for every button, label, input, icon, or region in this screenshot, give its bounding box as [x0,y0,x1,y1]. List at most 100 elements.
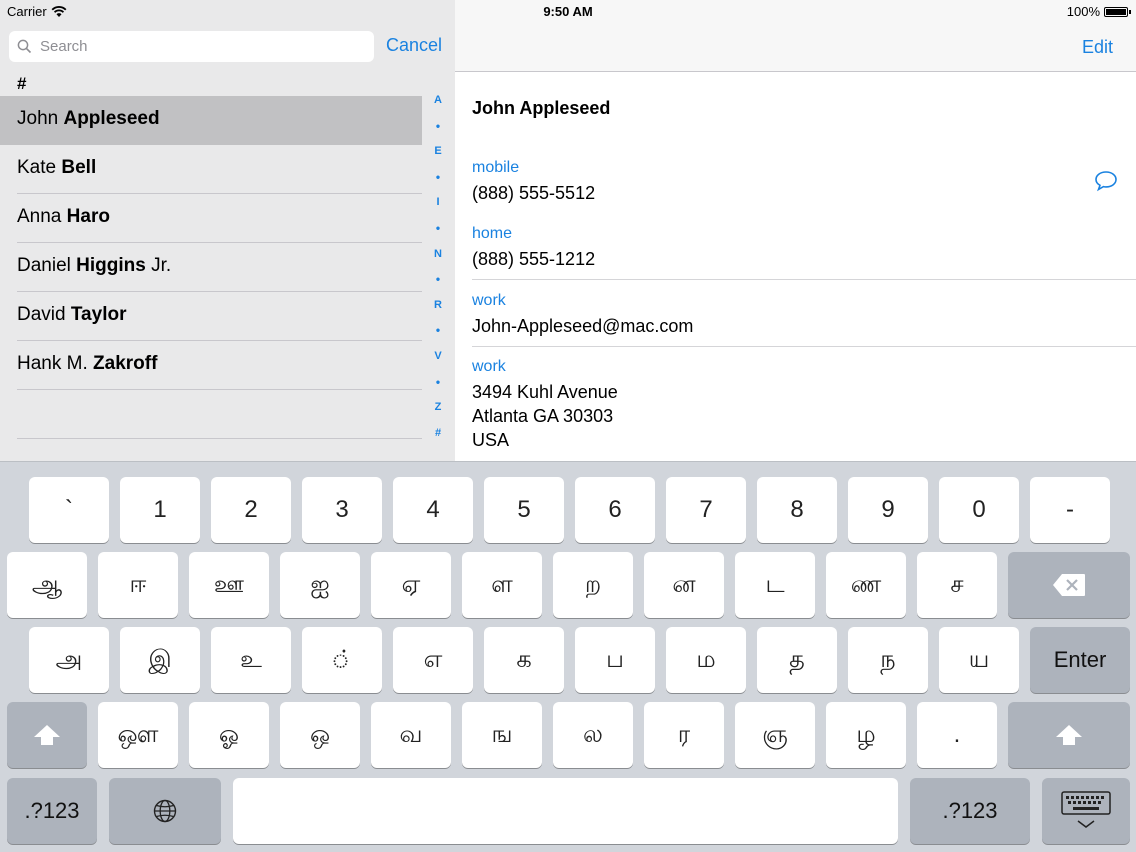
index-dot[interactable]: • [430,271,446,297]
numbers-key-left[interactable]: .?123 [7,778,97,844]
key[interactable]: ஊ [189,552,269,618]
key[interactable]: ஆ [7,552,87,618]
index-letter[interactable]: # [430,425,446,451]
index-letter[interactable]: E [430,143,446,169]
cancel-button[interactable]: Cancel [386,35,442,56]
index-letter[interactable]: I [430,194,446,220]
key[interactable]: ண [826,552,906,618]
contact-last-name: Higgins [76,255,146,276]
key[interactable]: 5 [484,477,564,543]
field-value[interactable]: John-Appleseed@mac.com [472,314,1136,338]
key[interactable]: உ [211,627,291,693]
space-bar[interactable] [233,778,898,844]
key[interactable]: வ [371,702,451,768]
dismiss-keyboard-key[interactable] [1042,778,1130,844]
key[interactable]: 1 [120,477,200,543]
key[interactable]: ட [735,552,815,618]
key[interactable]: 0 [939,477,1019,543]
edit-button[interactable]: Edit [1082,37,1113,58]
message-bubble-icon[interactable] [1094,170,1118,192]
key[interactable]: இ [120,627,200,693]
key[interactable]: 6 [575,477,655,543]
key[interactable]: ய [939,627,1019,693]
keyboard: ` 1 2 3 4 5 6 7 8 9 0 - ஆ ஈ ஊ ஐ ஏ ள ற ன … [0,461,1136,852]
index-dot[interactable]: • [430,322,446,348]
shift-key-right[interactable] [1008,702,1130,768]
field-value[interactable]: (888) 555-1212 [472,247,1136,271]
key[interactable]: ர [644,702,724,768]
contact-row[interactable]: Hank M. Zakroff [17,341,422,390]
index-dot[interactable]: • [430,118,446,144]
key[interactable]: 8 [757,477,837,543]
index-letter[interactable]: V [430,348,446,374]
index-dot[interactable]: • [430,374,446,400]
key[interactable]: ம [666,627,746,693]
contacts-list-pane: Cancel # John Appleseed Kate Bell Anna H… [0,0,455,461]
key[interactable]: எ [393,627,473,693]
key[interactable]: ன [644,552,724,618]
index-letter[interactable]: Z [430,399,446,425]
contact-row[interactable]: David Taylor [17,292,422,341]
key[interactable]: ள [462,552,542,618]
contact-row[interactable]: Kate Bell [17,145,422,194]
key[interactable]: ச [917,552,997,618]
battery-icon [1104,6,1131,17]
index-dot[interactable]: • [430,220,446,246]
key[interactable]: 9 [848,477,928,543]
key[interactable]: ல [553,702,633,768]
key[interactable]: ` [29,477,109,543]
index-letter[interactable]: A [430,92,446,118]
key[interactable]: ந [848,627,928,693]
key[interactable]: ஓ [189,702,269,768]
contact-row[interactable]: Anna Haro [17,194,422,243]
shift-icon [1056,725,1082,745]
index-letter[interactable]: R [430,297,446,323]
key[interactable]: ஔ [98,702,178,768]
home-field[interactable]: home (888) 555-1212 [472,225,1136,271]
enter-key[interactable]: Enter [1030,627,1130,693]
search-input[interactable] [38,37,342,56]
shift-key-left[interactable] [7,702,87,768]
field-label: mobile [472,159,520,176]
key[interactable]: . [917,702,997,768]
contact-last-name: Haro [66,206,110,227]
key[interactable]: த [757,627,837,693]
field-value[interactable]: (888) 555-5512 [472,181,1136,205]
address-field[interactable]: work 3494 Kuhl Avenue Atlanta GA 30303 U… [472,358,1136,452]
index-letter[interactable]: N [430,246,446,272]
field-value[interactable]: 3494 Kuhl Avenue Atlanta GA 30303 USA [472,380,1136,452]
contact-row[interactable]: John Appleseed [0,96,422,145]
key[interactable]: ஞ [735,702,815,768]
numbers-key-right[interactable]: .?123 [910,778,1030,844]
key[interactable]: க [484,627,564,693]
key[interactable]: 2 [211,477,291,543]
globe-key[interactable] [109,778,221,844]
key[interactable]: 4 [393,477,473,543]
mobile-field[interactable]: mobile (888) 555-5512 [472,159,1136,205]
divider [472,346,1136,347]
key[interactable]: ற [553,552,633,618]
index-dot[interactable]: • [430,169,446,195]
key[interactable]: 7 [666,477,746,543]
search-icon [17,39,32,54]
email-field[interactable]: work John-Appleseed@mac.com [472,292,1136,338]
key[interactable]: ஏ [371,552,451,618]
key[interactable]: ஐ [280,552,360,618]
key[interactable]: அ [29,627,109,693]
contact-first-name: John [17,108,64,129]
key[interactable]: ப [575,627,655,693]
key[interactable]: ஒ [280,702,360,768]
key[interactable]: ஈ [98,552,178,618]
contact-last-name: Bell [61,157,97,178]
contact-first-name: David [17,304,71,325]
key[interactable]: ழ [826,702,906,768]
key[interactable]: 3 [302,477,382,543]
section-index[interactable]: A • E • I • N • R • V • Z # [430,92,446,450]
contact-last-name: Zakroff [93,353,158,374]
key[interactable]: - [1030,477,1110,543]
key[interactable]: ங [462,702,542,768]
key[interactable]: ் [302,627,382,693]
backspace-key[interactable] [1008,552,1130,618]
search-bar[interactable] [9,31,374,62]
contact-row[interactable]: Daniel Higgins Jr. [17,243,422,292]
